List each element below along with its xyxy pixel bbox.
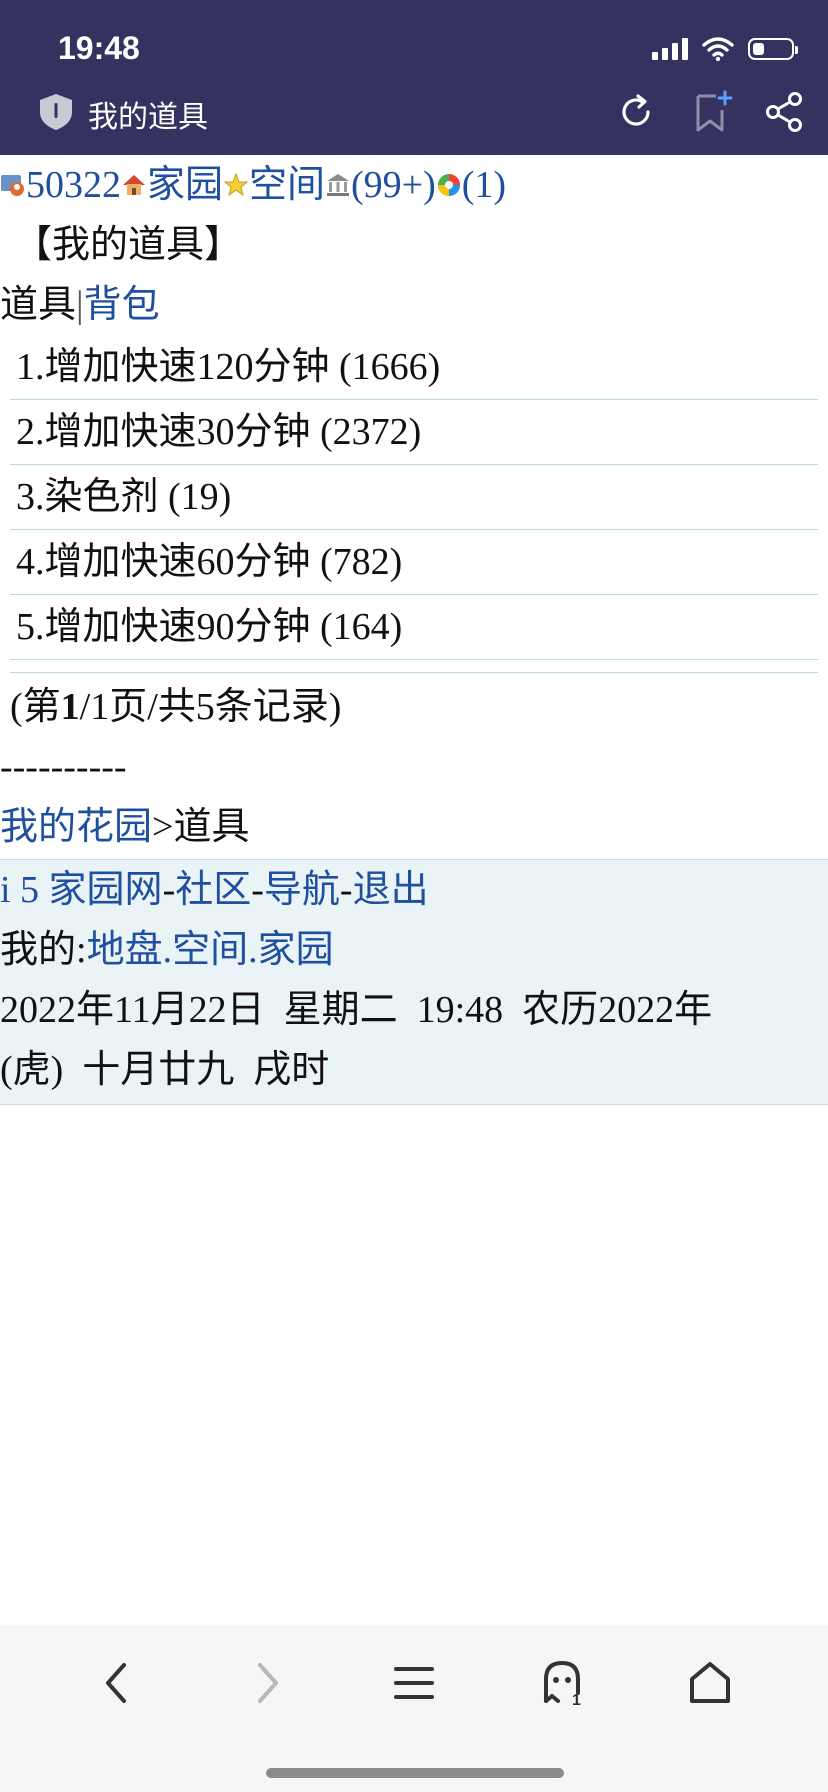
signal-icon — [652, 38, 688, 60]
footer-datetime: 2022年11月22日 星期二 19:48 农历2022年(虎) 十月廿九 戌时 — [0, 989, 713, 1091]
ghost-icon[interactable]: 1 — [532, 1653, 592, 1713]
wifi-icon — [702, 37, 734, 61]
site-link[interactable]: i 5 家园网 — [0, 869, 163, 911]
tabs: 道具|背包 — [0, 275, 828, 335]
home-icon[interactable] — [680, 1653, 740, 1713]
footer-home-link[interactable]: 家园 — [258, 929, 334, 971]
list-item: 3.染色剂 (19) — [10, 465, 818, 530]
house-icon — [123, 175, 145, 196]
footer-dash: - — [251, 869, 264, 911]
shield-icon[interactable] — [36, 92, 76, 132]
tab-items-current: 道具 — [0, 284, 77, 326]
breadcrumb-garden-link[interactable]: 我的花园 — [0, 806, 152, 848]
page-heading: 【我的道具】 — [14, 224, 243, 266]
footer-dash: - — [339, 869, 353, 911]
forward-icon[interactable] — [236, 1653, 296, 1713]
mine-label: 我的: — [0, 929, 87, 971]
star-icon — [223, 172, 249, 197]
navigation-link[interactable]: 导航 — [264, 869, 340, 911]
footer-dash: - — [162, 869, 176, 911]
status-icons — [652, 34, 798, 64]
svg-text:1: 1 — [572, 1692, 581, 1709]
battery-icon — [748, 38, 798, 60]
footer-dot: . — [162, 929, 173, 971]
footer-space-link[interactable]: 空间 — [172, 929, 248, 971]
uid-link[interactable]: 50322 — [26, 164, 121, 206]
browser-bottom-bar: 1 — [0, 1625, 828, 1792]
header-links: 50322 家园 空间 (99+) (1) — [0, 155, 828, 215]
list-end-divider — [10, 660, 818, 673]
color-wheel-icon — [437, 174, 460, 197]
breadcrumb: 我的花园>道具 — [0, 797, 828, 857]
site-footer: i 5 家园网-社区-导航-退出 我的:地盘.空间.家园 2022年11月22日… — [0, 859, 828, 1105]
list-item: 4.增加快速60分钟 (782) — [10, 530, 818, 595]
messages-link[interactable]: (99+) — [351, 164, 436, 206]
footer-mine: 我的:地盘.空间.家园 — [0, 920, 828, 980]
reload-icon[interactable] — [614, 90, 658, 134]
home-indicator — [266, 1768, 564, 1778]
footer-nav: i 5 家园网-社区-导航-退出 — [0, 860, 828, 920]
footer-dot: . — [248, 929, 258, 971]
list-item: 2.增加快速30分钟 (2372) — [10, 400, 818, 465]
land-link[interactable]: 地盘 — [87, 929, 163, 971]
breadcrumb-current: >道具 — [152, 806, 250, 848]
logout-link[interactable]: 退出 — [353, 869, 429, 911]
item-list: 1.增加快速120分钟 (1666) 2.增加快速30分钟 (2372) 3.染… — [10, 335, 818, 660]
status-time: 19:48 — [58, 30, 140, 66]
pagination-prefix: (第 — [10, 686, 61, 728]
back-icon[interactable] — [88, 1653, 148, 1713]
home-link[interactable]: 家园 — [147, 164, 223, 206]
notices-link[interactable]: (1) — [462, 164, 506, 206]
pagination-page: 1 — [60, 686, 80, 728]
list-item: 5.增加快速90分钟 (164) — [10, 595, 818, 660]
menu-icon[interactable] — [384, 1653, 444, 1713]
user-icon — [1, 175, 24, 197]
list-item: 1.增加快速120分钟 (1666) — [10, 335, 818, 400]
community-link[interactable]: 社区 — [175, 869, 251, 911]
share-icon[interactable] — [763, 90, 807, 134]
space-link[interactable]: 空间 — [249, 164, 325, 206]
text-divider: ---------- — [0, 746, 127, 788]
address-row: 我的道具 — [0, 86, 828, 138]
page-content: 50322 家园 空间 (99+) (1) 【我的道具】 道具|背包 1.增加快… — [0, 155, 828, 1105]
browser-top-bar: 19:48 我的道具 — [0, 0, 828, 155]
tab-separator: | — [76, 284, 84, 326]
pagination-suffix: /1页/共5条记录) — [79, 686, 342, 728]
page-title: 我的道具 — [88, 101, 208, 134]
bank-icon — [327, 174, 350, 197]
tab-backpack[interactable]: 背包 — [84, 284, 160, 326]
add-bookmark-icon[interactable] — [690, 90, 734, 134]
pagination: (第1/1页/共5条记录) — [0, 677, 828, 737]
